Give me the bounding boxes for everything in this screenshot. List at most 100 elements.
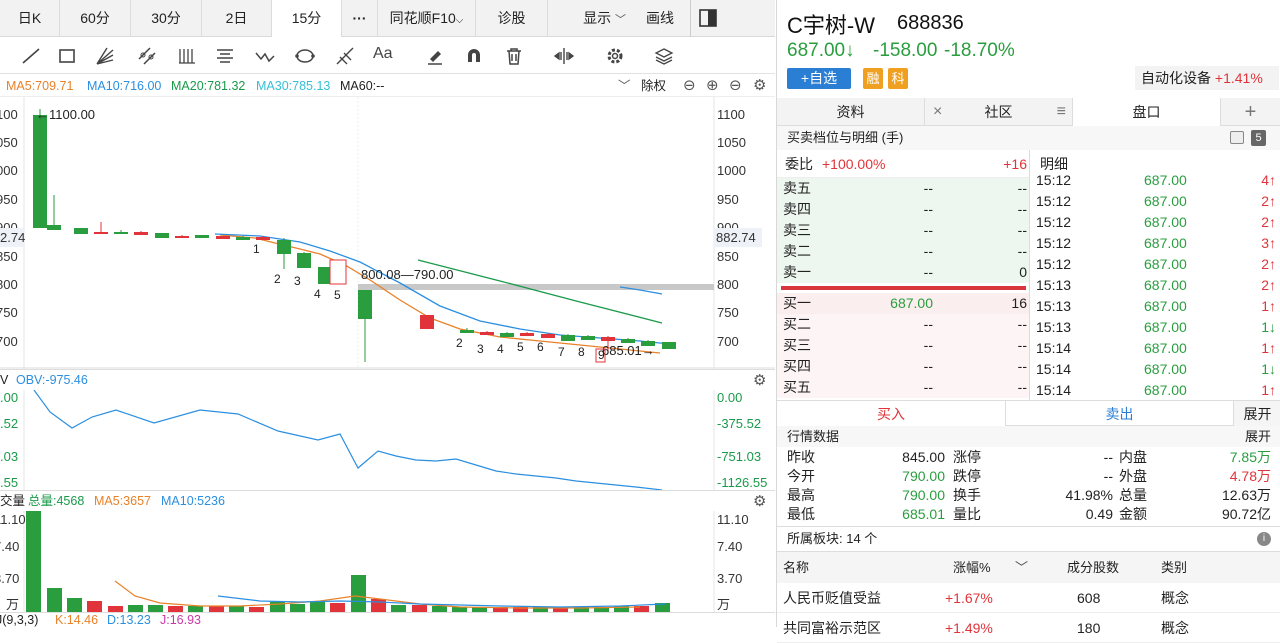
- tab-f10[interactable]: 同花顺F10⌵: [378, 0, 476, 37]
- order-level[interactable]: 卖四 -- --: [777, 199, 1029, 220]
- detail-volume: 1↑: [1261, 298, 1276, 314]
- sector-type: 概念: [1161, 620, 1189, 636]
- sector-row[interactable]: 人民币贬值受益 +1.67% 608 概念: [777, 583, 1280, 613]
- trade-detail-list[interactable]: 15:12 687.00 4↑ 15:12 687.00 2↑ 15:12 687.00 2↑ 1…: [1029, 170, 1280, 400]
- detail-volume: 2↑: [1261, 214, 1276, 230]
- tab-profile[interactable]: 资料: [777, 98, 925, 126]
- level-label: 买三: [783, 337, 811, 353]
- level-badge[interactable]: 5: [1251, 130, 1266, 146]
- trash-icon[interactable]: [503, 45, 525, 67]
- text-box-icon[interactable]: [214, 45, 236, 67]
- quote-expand-button[interactable]: 展开: [1245, 426, 1271, 447]
- tab-more[interactable]: ···: [342, 0, 378, 37]
- level-label: 卖五: [783, 180, 811, 196]
- margin-badge[interactable]: 融: [863, 68, 883, 89]
- tab-orderbook[interactable]: 盘口: [1073, 98, 1221, 126]
- order-level[interactable]: 卖三 -- --: [777, 220, 1029, 241]
- col-change[interactable]: 涨幅%: [953, 552, 991, 584]
- col-name[interactable]: 名称: [783, 552, 809, 584]
- candle: [47, 225, 61, 230]
- minus-circle-icon[interactable]: ⊖: [683, 75, 696, 97]
- eraser-icon[interactable]: [424, 45, 446, 67]
- tab-daily-k[interactable]: 日K: [0, 0, 60, 37]
- tab-60min[interactable]: 60分: [60, 0, 131, 37]
- sector-row[interactable]: 共同富裕示范区 +1.49% 180 概念: [777, 613, 1280, 643]
- text-tool-icon[interactable]: Aa: [373, 45, 395, 67]
- line-tool-icon[interactable]: [20, 45, 42, 67]
- order-level[interactable]: 卖一 -- 0: [777, 262, 1029, 283]
- tab-diagnose[interactable]: 诊股: [476, 0, 548, 37]
- zoom-range-icon[interactable]: [553, 45, 575, 67]
- exright-button[interactable]: 除权: [641, 75, 666, 97]
- gear-icon[interactable]: ⚙: [753, 370, 766, 391]
- order-level[interactable]: 买一 687.00 16: [777, 293, 1029, 314]
- seq-label: 2: [456, 336, 463, 350]
- quote-label: 内盘: [1119, 449, 1147, 465]
- add-tab-icon[interactable]: +: [1221, 98, 1280, 126]
- expand-trade-button[interactable]: 展开: [1233, 401, 1280, 427]
- chevron-down-icon[interactable]: ﹀: [618, 75, 631, 97]
- order-level[interactable]: 买二 -- --: [777, 314, 1029, 335]
- detail-volume: 2↑: [1261, 256, 1276, 272]
- info-icon[interactable]: i: [1257, 532, 1271, 546]
- display-menu[interactable]: 显示 ﹀: [548, 0, 630, 37]
- detail-price: 687.00: [1144, 235, 1187, 251]
- fan-tool-icon[interactable]: [94, 45, 116, 67]
- wave-tool-icon[interactable]: [254, 45, 276, 67]
- gann-tool-icon[interactable]: [334, 45, 356, 67]
- settings-icon[interactable]: [604, 45, 626, 67]
- obv-chart[interactable]: 0.00 -375.52 -751.03 -1126.55 .00 .52 .0…: [0, 390, 775, 490]
- minus-circle-icon[interactable]: ⊖: [729, 75, 742, 97]
- close-icon[interactable]: ×: [933, 98, 942, 126]
- layers-icon[interactable]: [653, 45, 675, 67]
- sector-badge[interactable]: 自动化设备 +1.41%: [1135, 66, 1279, 90]
- candle: [155, 233, 169, 238]
- sector-pct: +1.41%: [1214, 70, 1263, 86]
- star-market-badge[interactable]: 科: [888, 68, 908, 89]
- draw-line-button[interactable]: 画线: [630, 0, 690, 37]
- sell-button[interactable]: 卖出: [1005, 401, 1233, 427]
- candle: [134, 232, 148, 235]
- sidebar-toggle-icon[interactable]: [690, 0, 725, 37]
- order-level[interactable]: 买五 -- --: [777, 377, 1029, 398]
- volume-bar: [412, 605, 427, 612]
- col-type[interactable]: 类别: [1161, 552, 1187, 584]
- channel-tool-icon[interactable]: [136, 45, 158, 67]
- cycle-lines-icon[interactable]: [176, 45, 198, 67]
- volume-bar: [391, 605, 406, 612]
- quote-value: 4.78万: [1229, 468, 1271, 484]
- quote-value: 685.01: [902, 506, 945, 522]
- plus-circle-icon[interactable]: ⊕: [706, 75, 719, 97]
- ellipse-tool-icon[interactable]: [294, 45, 316, 67]
- rectangle-tool-icon[interactable]: [56, 45, 78, 67]
- detail-volume: 1↓: [1261, 319, 1276, 335]
- menu-icon[interactable]: ≡: [1057, 98, 1066, 126]
- level-volume: --: [1017, 316, 1027, 332]
- buy-button[interactable]: 买入: [777, 401, 1005, 427]
- level-price: --: [923, 264, 933, 280]
- gear-icon[interactable]: ⚙: [753, 75, 766, 97]
- order-level[interactable]: 卖五 -- --: [777, 178, 1029, 199]
- level-volume: --: [1017, 222, 1027, 238]
- candle: [297, 253, 311, 268]
- magnet-icon[interactable]: [463, 45, 485, 67]
- gear-icon[interactable]: ⚙: [753, 491, 766, 512]
- tab-15min[interactable]: 15分: [272, 0, 342, 37]
- tab-30min[interactable]: 30分: [131, 0, 202, 37]
- tab-2day[interactable]: 2日: [202, 0, 272, 37]
- add-watchlist-button[interactable]: +自选: [787, 68, 851, 89]
- col-count[interactable]: 成分股数: [1067, 552, 1119, 584]
- obv-line: [33, 390, 663, 490]
- high-price-label: ←1100.00: [36, 107, 95, 122]
- order-level[interactable]: 买四 -- --: [777, 356, 1029, 377]
- candle: [358, 290, 372, 319]
- chart-icon[interactable]: [1230, 131, 1244, 144]
- order-level[interactable]: 买三 -- --: [777, 335, 1029, 356]
- candlestick-chart[interactable]: ←1100.00 685.01→ 800.08—790.00 12 34 52 3 4 5…: [0, 97, 775, 369]
- obv-axis-0: 0.00: [717, 390, 742, 405]
- chevron-down-icon[interactable]: ﹀: [1015, 552, 1028, 584]
- volume-chart[interactable]: 11.10 7.40 3.70 万 11.10 7.40 3.70 万: [0, 511, 775, 612]
- order-level[interactable]: 卖二 -- --: [777, 241, 1029, 262]
- tab-community[interactable]: × 社区 ≡: [925, 98, 1073, 126]
- level-volume: --: [1017, 243, 1027, 259]
